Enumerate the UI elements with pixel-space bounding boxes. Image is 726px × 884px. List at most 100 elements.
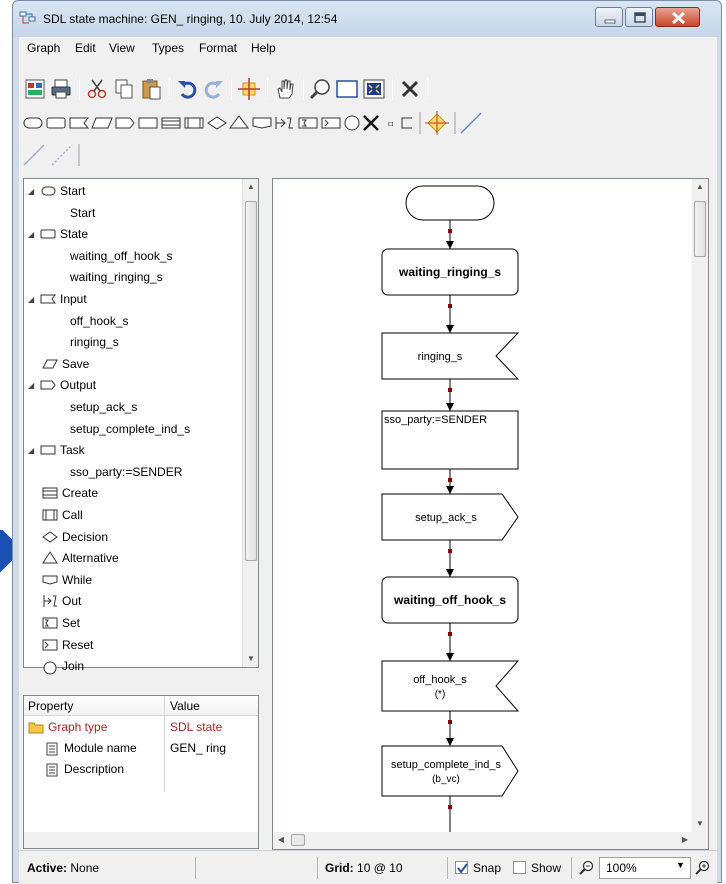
join-shape-tool[interactable] [344,115,360,131]
canvas-horizontal-scrollbar[interactable]: ◀ ▶ [273,832,693,849]
solid-line-icon[interactable] [23,144,45,166]
call-shape-tool[interactable] [184,117,204,129]
connector-point[interactable] [448,549,452,553]
value-column-header[interactable]: Value [170,699,200,713]
tree-item-join[interactable]: Join [42,656,84,677]
connector-point[interactable] [448,388,452,392]
diagram-canvas[interactable]: waiting_ringing_s ringing_s sso_party:=SEN… [272,178,709,850]
print-icon[interactable] [49,77,73,101]
collapse-triangle-icon[interactable]: ◢ [28,289,40,310]
scroll-down-icon[interactable]: ▼ [243,651,259,667]
create-shape-tool[interactable] [161,117,181,129]
state-shape-tool[interactable] [46,117,66,129]
connector-point[interactable] [448,632,452,636]
menu-help[interactable]: Help [251,41,276,55]
scroll-up-icon[interactable]: ▲ [692,179,708,195]
collapse-triangle-icon[interactable]: ◢ [28,224,40,245]
pan-hand-icon[interactable] [273,77,297,101]
menu-types[interactable]: Types [152,41,184,55]
tree-item-start[interactable]: ◢ Start [28,181,85,202]
property-row-module-name[interactable]: Module name GEN_ ring [24,738,258,759]
zoom-icon[interactable] [309,77,333,101]
menu-edit[interactable]: Edit [75,41,96,55]
connector-point[interactable] [448,478,452,482]
snap-check-box[interactable] [455,861,468,875]
property-column-header[interactable]: Property [28,699,73,713]
tree-item-while[interactable]: While [42,570,92,591]
show-check-box[interactable] [513,861,526,875]
fit-icon[interactable] [362,77,386,101]
redo-icon[interactable] [202,77,226,101]
zoom-in-icon[interactable] [695,860,711,876]
zoom-select[interactable]: 100% ▼ [599,857,691,879]
alternative-shape-tool[interactable] [229,115,249,129]
tree-item-waiting-ringing-s[interactable]: waiting_ringing_s [70,267,163,288]
canvas-hscroll-thumb[interactable] [291,834,305,846]
connector-point[interactable] [448,304,452,308]
copy-icon[interactable] [112,77,136,101]
tree-item-alternative[interactable]: Alternative [42,548,119,569]
tree-item-input[interactable]: ◢ Input [28,289,87,310]
zoom-out-icon[interactable] [579,860,595,876]
tree-item-reset[interactable]: Reset [42,635,93,656]
tree-item-call[interactable]: Call [42,505,83,526]
scroll-down-icon[interactable]: ▼ [692,816,708,832]
out-shape-tool[interactable] [275,117,293,129]
symbol-tree[interactable]: ◢ Start Start ◢ State waiting_off_hook_s waiti… [23,178,259,675]
cut-icon[interactable] [85,77,109,101]
tree-item-ringing-s[interactable]: ringing_s [70,332,119,353]
undo-icon[interactable] [175,77,199,101]
decision-shape-tool[interactable] [207,116,227,130]
tree-item-create[interactable]: Create [42,483,98,504]
close-button[interactable] [655,7,700,27]
input-symbol[interactable] [381,660,520,712]
scroll-left-icon[interactable]: ◀ [273,832,289,848]
tree-item-output[interactable]: ◢ Output [28,375,96,396]
menu-format[interactable]: Format [199,41,237,55]
minimize-button[interactable] [595,7,623,27]
start-symbol[interactable] [405,185,495,221]
tree-item-save[interactable]: Save [42,354,89,375]
property-row-graph-type[interactable]: Graph type SDL state [24,717,258,738]
tree-item-out[interactable]: Out [42,591,81,612]
connector-point[interactable] [448,805,452,809]
menu-graph[interactable]: Graph [27,41,60,55]
maximize-button[interactable] [625,7,653,27]
property-horizontal-scrollbar[interactable] [24,832,258,848]
snap-checkbox[interactable]: Snap [455,857,501,879]
connector-point[interactable] [448,720,452,724]
tree-item-decision[interactable]: Decision [42,527,108,548]
save-shape-tool[interactable] [91,117,113,129]
output-shape-tool[interactable] [115,117,135,129]
rectangle-select-icon[interactable] [335,77,359,101]
show-checkbox[interactable]: Show [513,857,561,879]
set-shape-tool[interactable] [298,117,318,129]
tree-vertical-scrollbar[interactable]: ▲ ▼ [242,179,258,667]
line-shape-tool[interactable] [460,112,482,134]
collapse-triangle-icon[interactable]: ◢ [28,440,40,461]
while-shape-tool[interactable] [252,117,272,129]
start-shape-tool[interactable] [23,117,43,129]
scroll-up-icon[interactable]: ▲ [243,179,259,195]
connector-point[interactable] [448,229,452,233]
comment-shape-tool[interactable] [401,117,412,129]
output-symbol[interactable] [381,745,519,797]
stop-shape-tool[interactable] [363,115,379,131]
align-icon[interactable] [237,77,261,101]
tree-item-state[interactable]: ◢ State [28,224,88,245]
tree-item-start[interactable]: Start [70,203,95,224]
tree-item-sso-party-sender[interactable]: sso_party:=SENDER [70,462,182,483]
collapse-triangle-icon[interactable]: ◢ [28,375,40,396]
scroll-thumb[interactable] [245,201,257,561]
paste-icon[interactable] [139,77,163,101]
task-shape-tool[interactable] [138,117,158,129]
tree-item-set[interactable]: Set [42,613,80,634]
property-row-description[interactable]: Description [24,759,258,780]
connector-shape-tool[interactable] [425,111,449,135]
input-shape-tool[interactable] [69,117,90,129]
tree-item-setup-complete-ind-s[interactable]: setup_complete_ind_s [70,419,190,440]
delete-icon[interactable] [398,77,422,101]
menu-view[interactable]: View [109,41,135,55]
text-shape-tool[interactable]: ㅁ [387,120,394,129]
tree-item-task[interactable]: ◢ Task [28,440,85,461]
